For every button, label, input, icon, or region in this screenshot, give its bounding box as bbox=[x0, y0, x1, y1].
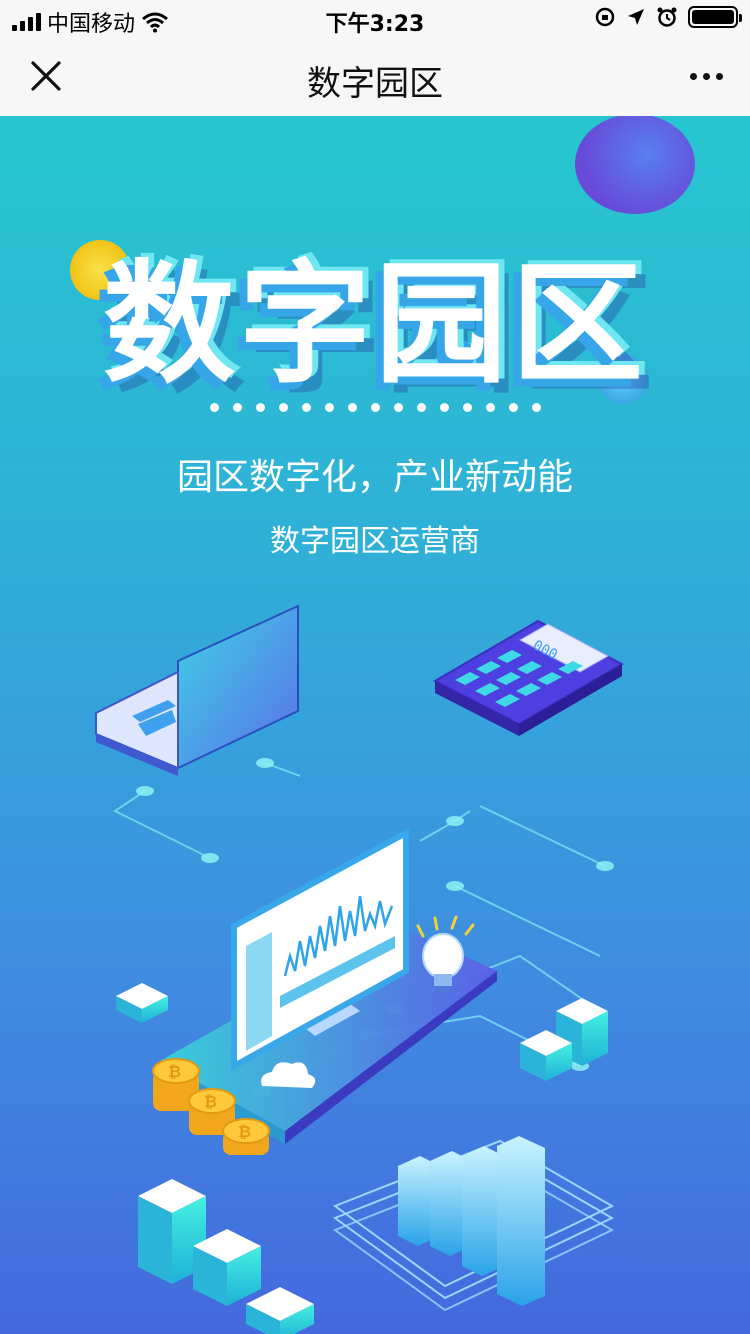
hero-title: 数字园区 bbox=[103, 248, 647, 402]
svg-text:₿: ₿ bbox=[168, 1062, 181, 1081]
hero-tagline: 数字园区运营商 bbox=[270, 524, 480, 559]
battery-icon bbox=[688, 6, 742, 28]
status-right bbox=[594, 6, 742, 28]
calculator-graphic: 000 bbox=[432, 619, 625, 736]
dot-divider bbox=[0, 403, 750, 412]
server-stack-bottom-left bbox=[138, 1179, 314, 1334]
rotation-lock-icon bbox=[595, 7, 615, 27]
more-icon bbox=[689, 72, 697, 80]
alarm-icon bbox=[657, 7, 677, 27]
battery-fill bbox=[692, 10, 734, 24]
location-icon bbox=[628, 9, 644, 25]
decor-orb-purple bbox=[575, 116, 695, 214]
digital-park-illustration: 000 ₿ ₿ ₿ bbox=[95, 604, 625, 1334]
hero-banner: 数字园区 园区数字化，产业新动能 数字园区运营商 000 ₿ ₿ ₿ bbox=[0, 116, 750, 1334]
server-stack-right bbox=[520, 998, 608, 1081]
server-stack-left-small bbox=[116, 983, 168, 1023]
status-bar: 中国移动 下午3:23 bbox=[0, 0, 750, 38]
nav-bar: 数字园区 bbox=[0, 38, 750, 116]
bar-chart-platform bbox=[332, 1136, 615, 1312]
more-button[interactable] bbox=[682, 56, 730, 96]
hero-subtitle: 园区数字化，产业新动能 bbox=[176, 457, 573, 498]
laptop-graphic bbox=[95, 604, 299, 776]
svg-text:₿: ₿ bbox=[204, 1092, 217, 1111]
svg-text:₿: ₿ bbox=[238, 1122, 251, 1141]
page-title: 数字园区 bbox=[307, 64, 443, 104]
